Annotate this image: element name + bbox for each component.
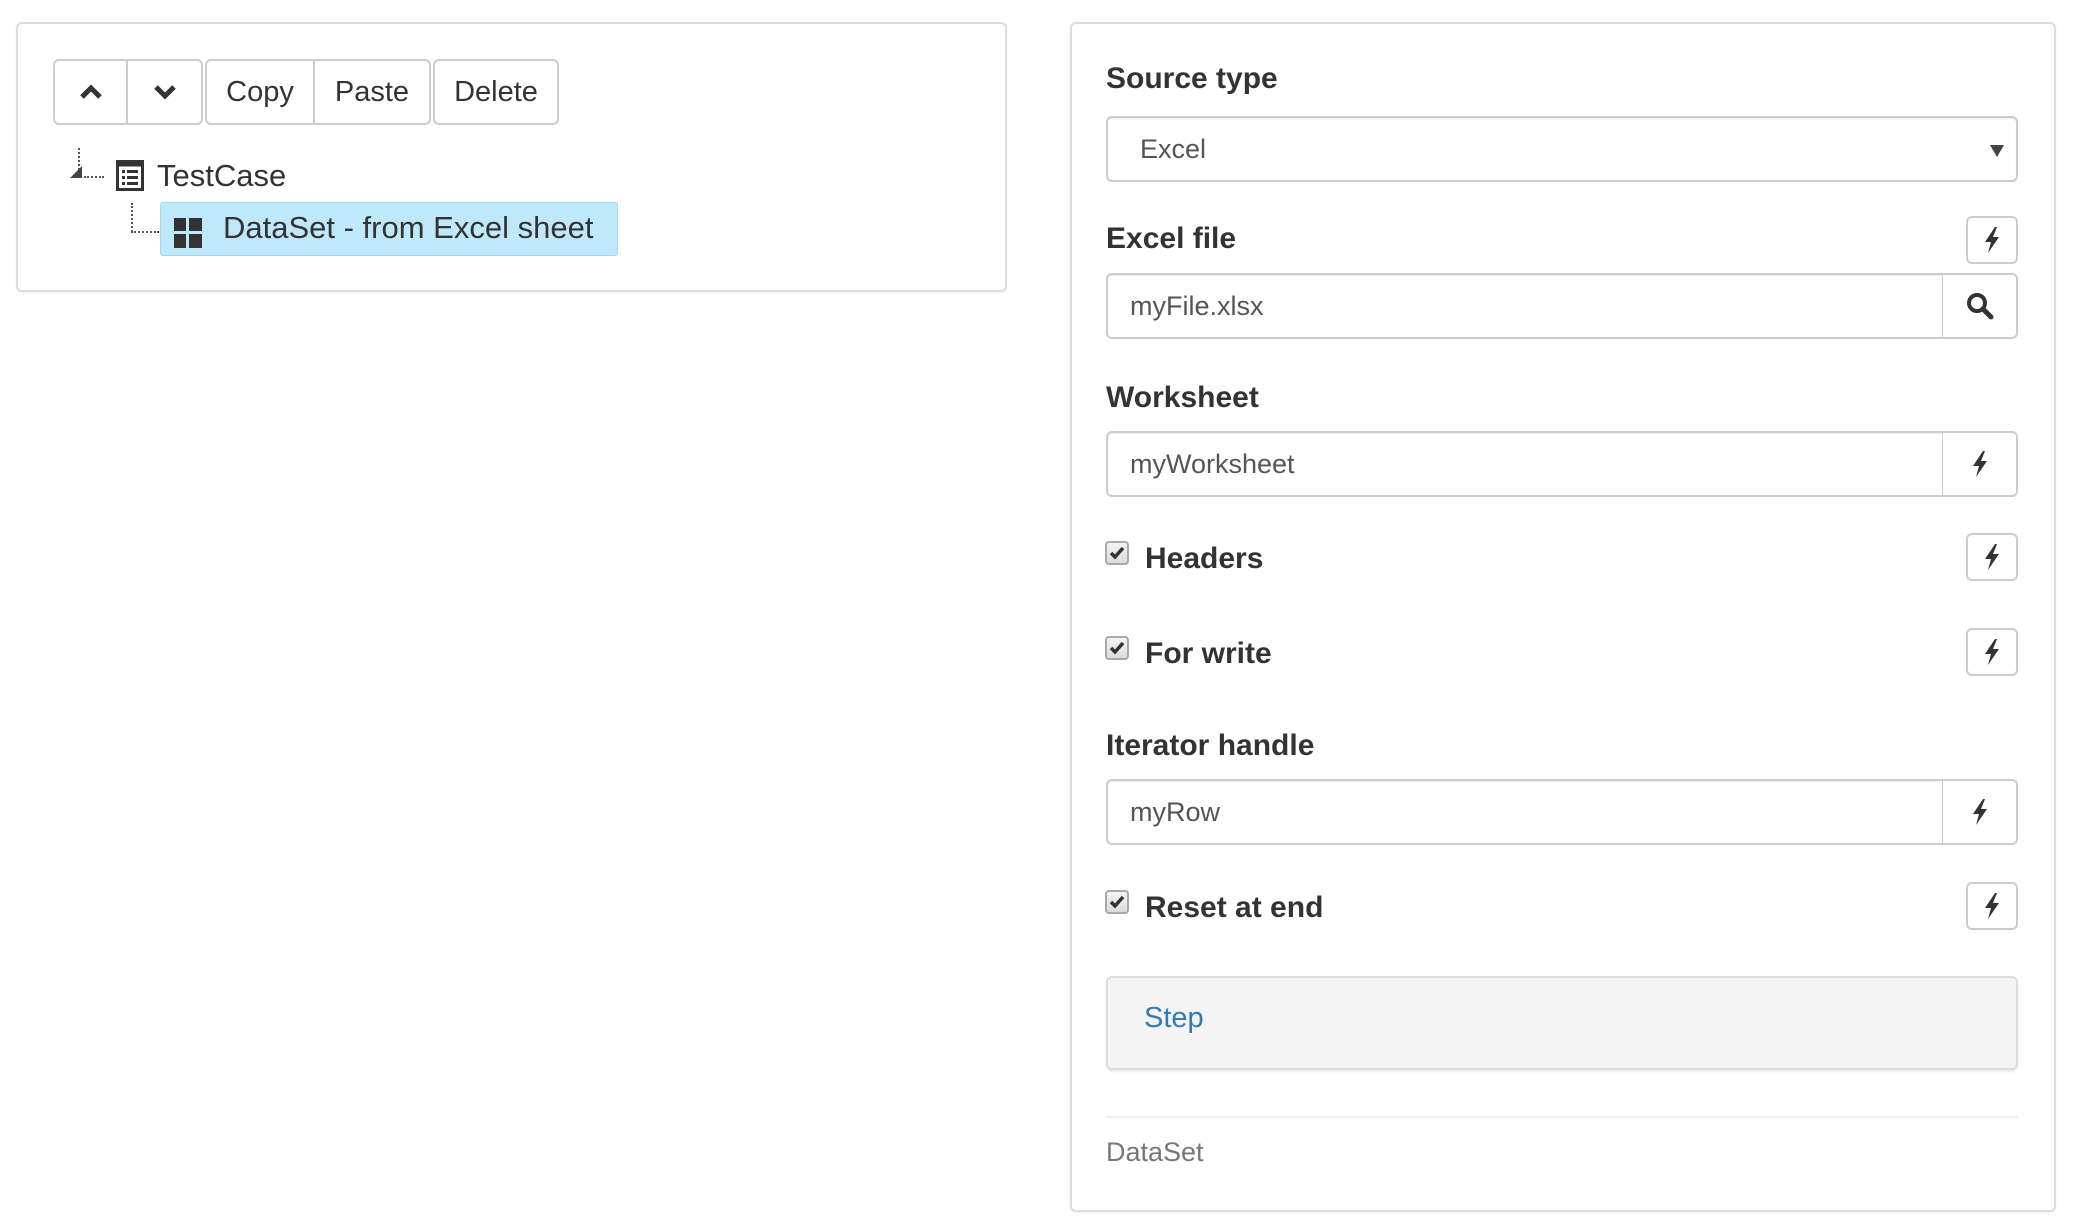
- tree-node-testcase[interactable]: TestCase: [157, 158, 286, 194]
- iterator-handle-input[interactable]: myRow: [1106, 779, 1944, 845]
- flash-icon: [1985, 893, 1999, 919]
- browse-file-button[interactable]: [1942, 273, 2018, 339]
- for-write-checkbox[interactable]: [1105, 636, 1129, 660]
- headers-checkbox[interactable]: [1105, 541, 1129, 565]
- chevron-up-icon: [79, 84, 102, 99]
- checkmark-icon: [1109, 546, 1125, 560]
- chevron-down-icon: [153, 85, 176, 100]
- headers-dynamic-button[interactable]: [1966, 533, 2018, 581]
- excel-file-label: Excel file: [1106, 222, 1237, 255]
- tree-connector: [131, 203, 133, 232]
- tree-connector: [131, 231, 159, 233]
- tree-expander-icon[interactable]: [70, 166, 82, 178]
- reset-at-end-dynamic-button[interactable]: [1966, 882, 2018, 930]
- reset-at-end-checkbox[interactable]: [1105, 890, 1129, 914]
- tree-connector: [84, 176, 104, 178]
- delete-button[interactable]: Delete: [433, 59, 559, 125]
- checkmark-icon: [1109, 641, 1125, 655]
- flash-icon: [1972, 799, 1987, 825]
- flash-icon: [1985, 639, 1999, 665]
- flash-icon: [1985, 227, 1999, 253]
- flash-icon: [1972, 451, 1987, 477]
- step-panel-toggle[interactable]: Step: [1144, 1002, 1204, 1035]
- iterator-handle-label: Iterator handle: [1106, 729, 1315, 762]
- excel-file-input[interactable]: myFile.xlsx: [1106, 273, 1944, 339]
- move-up-button[interactable]: [53, 59, 128, 125]
- source-type-select[interactable]: Excel: [1106, 116, 2018, 182]
- node-type-label: DataSet: [1106, 1137, 1204, 1167]
- iterator-handle-dynamic-button[interactable]: [1942, 779, 2018, 845]
- worksheet-label: Worksheet: [1106, 381, 1259, 414]
- worksheet-dynamic-button[interactable]: [1942, 431, 2018, 497]
- headers-label: Headers: [1145, 542, 1264, 575]
- for-write-label: For write: [1145, 637, 1272, 670]
- tree-node-dataset[interactable]: DataSet - from Excel sheet: [160, 202, 618, 256]
- footer-divider: [1106, 1116, 2018, 1118]
- tree-node-label: DataSet - from Excel sheet: [223, 210, 594, 245]
- checkmark-icon: [1109, 895, 1125, 909]
- source-type-value: Excel: [1140, 133, 1207, 164]
- list-alt-icon: [116, 160, 144, 191]
- excel-file-dynamic-button[interactable]: [1966, 216, 2018, 264]
- source-type-label: Source type: [1106, 62, 1278, 95]
- for-write-dynamic-button[interactable]: [1966, 628, 2018, 676]
- reset-at-end-label: Reset at end: [1145, 891, 1324, 924]
- caret-down-icon: [1990, 145, 2004, 157]
- move-down-button[interactable]: [127, 59, 203, 125]
- worksheet-input[interactable]: myWorksheet: [1106, 431, 1944, 497]
- th-large-icon: [174, 218, 202, 248]
- search-icon: [1966, 293, 1993, 320]
- step-panel: Step: [1106, 976, 2018, 1070]
- copy-button[interactable]: Copy: [205, 59, 315, 125]
- paste-button[interactable]: Paste: [314, 59, 431, 125]
- flash-icon: [1985, 544, 1999, 570]
